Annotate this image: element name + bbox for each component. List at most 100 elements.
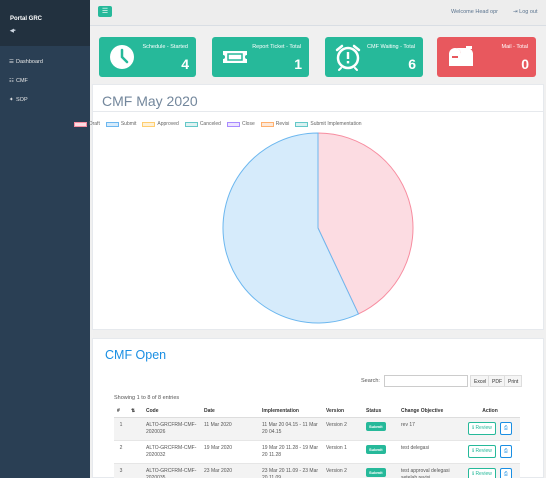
legend-item[interactable]: Submit — [105, 120, 136, 128]
alarm-icon — [335, 44, 361, 71]
mailbox-icon — [449, 46, 473, 66]
legend-item[interactable]: Close — [226, 120, 255, 128]
legend-item[interactable]: Approved — [142, 120, 179, 128]
table-header-row: # ⇅ Code Date Implementation Version Sta… — [114, 405, 520, 418]
sort-icon: ⇅ — [131, 407, 136, 414]
cell-action: ℹ Review ⎙ — [460, 440, 520, 464]
legend-swatch — [260, 121, 274, 127]
legend-item[interactable]: Submit Implementation — [295, 120, 362, 128]
column-header-code[interactable]: Code — [143, 405, 201, 418]
print-button[interactable]: ⎙ — [499, 467, 512, 478]
legend-swatch — [105, 121, 119, 127]
column-header-implementation[interactable]: Implementation — [259, 405, 323, 418]
tile-label: Report Ticket - Total — [252, 44, 301, 50]
chart-legend[interactable]: Draft Submit Approved Canceled Close Revisi Su… — [74, 120, 362, 128]
tile-schedule[interactable]: Schedule - Started 4 — [99, 37, 196, 77]
legend-swatch — [142, 121, 156, 127]
tile-value: 0 — [521, 56, 529, 72]
printer-icon: ⎙ — [503, 470, 508, 477]
column-header-sort[interactable]: ⇅ — [128, 405, 143, 418]
search-input[interactable] — [384, 375, 468, 387]
sidebar-item-label: Dashboard — [16, 58, 43, 65]
hamburger-icon: ☰ — [101, 8, 109, 15]
tile-value: 1 — [294, 56, 302, 72]
column-header-date[interactable]: Date — [201, 405, 259, 418]
tile-report-ticket[interactable]: Report Ticket - Total 1 — [212, 37, 309, 77]
info-icon: ℹ — [472, 470, 475, 477]
printer-icon: ⎙ — [503, 447, 508, 454]
tile-label: CMF Waiting - Total — [367, 44, 415, 50]
column-header-change-objective[interactable]: Change Objective — [398, 405, 460, 418]
search-label: Search: — [361, 378, 380, 384]
sidebar-item-dashboard[interactable]: ☰ Dashboard — [0, 52, 90, 71]
sidebar-item-label: SOP — [16, 96, 28, 103]
printer-icon: ⎙ — [503, 424, 508, 431]
cell-code: ALTO-GRCFRM-CMF-2020035 — [143, 463, 201, 478]
tile-cmf-waiting[interactable]: CMF Waiting - Total 6 — [325, 37, 423, 77]
legend-swatch — [74, 121, 87, 127]
cell-empty — [128, 440, 143, 464]
column-header-version[interactable]: Version — [323, 405, 363, 418]
tile-label: Mail - Total — [501, 44, 529, 50]
cell-code: ALTO-GRCFRM-CMF-2020032 — [143, 440, 201, 464]
logout-link[interactable]: ⇥ Log out — [513, 9, 538, 15]
clock-icon — [110, 45, 134, 69]
column-header-status[interactable]: Status — [363, 405, 398, 418]
cell-status: Submit — [363, 440, 398, 464]
cell-empty — [128, 417, 143, 441]
print-button[interactable]: ⎙ — [499, 421, 512, 435]
table-row: 3 ALTO-GRCFRM-CMF-2020035 23 Mar 2020 23… — [114, 463, 520, 478]
legend-item[interactable]: Draft — [74, 120, 100, 128]
table-row: 2 ALTO-GRCFRM-CMF-2020032 19 Mar 2020 19… — [114, 440, 520, 464]
dashboard-icon: ☰ — [9, 58, 14, 65]
column-header-number[interactable]: # — [114, 405, 128, 418]
review-button[interactable]: ℹ Review — [468, 421, 496, 435]
brand[interactable]: Portal GRC ◀• — [0, 0, 90, 46]
legend-label: Canceled — [199, 121, 221, 127]
print-export-button[interactable]: Print — [504, 375, 523, 387]
cell-date: 19 Mar 2020 — [201, 440, 259, 464]
cell-date: 11 Mar 2020 — [201, 417, 259, 441]
table-row: 1 ALTO-GRCFRM-CMF-2020026 11 Mar 2020 11… — [114, 417, 520, 441]
sidebar-item-sop[interactable]: ✦ SOP — [0, 90, 90, 109]
cell-number: 1 — [114, 417, 128, 441]
status-badge: Submit — [366, 421, 386, 431]
legend-item[interactable]: Canceled — [184, 120, 221, 128]
logout-label: Log out — [519, 9, 538, 15]
cmf-open-title: CMF Open — [105, 348, 167, 362]
sidebar-item-cmf[interactable]: ☷ CMF — [0, 71, 90, 90]
legend-swatch — [295, 121, 309, 127]
pie-chart — [222, 132, 414, 324]
review-button[interactable]: ℹ Review — [468, 444, 496, 458]
cell-version: Version 2 — [323, 463, 363, 478]
cell-empty — [128, 463, 143, 478]
cell-date: 23 Mar 2020 — [201, 463, 259, 478]
cell-number: 3 — [114, 463, 128, 478]
tile-mail[interactable]: Mail - Total 0 — [437, 37, 536, 77]
legend-label: Submit Implementation — [310, 121, 362, 127]
tile-value: 4 — [181, 56, 189, 72]
cell-implementation: 19 Mar 20 11.28 - 19 Mar 20 11.28 — [259, 440, 323, 464]
legend-label: Revisi — [275, 121, 290, 127]
legend-item[interactable]: Revisi — [260, 120, 290, 128]
cell-code: ALTO-GRCFRM-CMF-2020026 — [143, 417, 201, 441]
cell-number: 2 — [114, 440, 128, 464]
ticket-icon — [223, 51, 247, 63]
print-button[interactable]: ⎙ — [499, 444, 512, 458]
brand-title: Portal GRC — [10, 16, 43, 22]
menu-toggle-button[interactable]: ☰ — [98, 6, 112, 17]
status-badge: Submit — [366, 467, 386, 477]
showing-entries: Showing 1 to 8 of 8 entries — [114, 395, 180, 401]
cell-change-objective: test approval delegasi setelah revisi — [398, 463, 460, 478]
info-icon: ℹ — [472, 447, 475, 454]
review-label: Review — [475, 470, 492, 477]
cell-action: ℹ Review ⎙ — [460, 417, 520, 441]
column-header-action[interactable]: Action — [460, 405, 520, 418]
legend-label: Close — [241, 121, 255, 127]
review-button[interactable]: ℹ Review — [468, 467, 496, 478]
cell-action: ℹ Review ⎙ — [460, 463, 520, 478]
welcome-text: Welcome Head opr — [451, 9, 498, 15]
cell-implementation: 11 Mar 20 04.15 - 11 Mar 20 04.15 — [259, 417, 323, 441]
status-badge: Submit — [366, 444, 386, 454]
chart-title: CMF May 2020 — [102, 93, 198, 109]
